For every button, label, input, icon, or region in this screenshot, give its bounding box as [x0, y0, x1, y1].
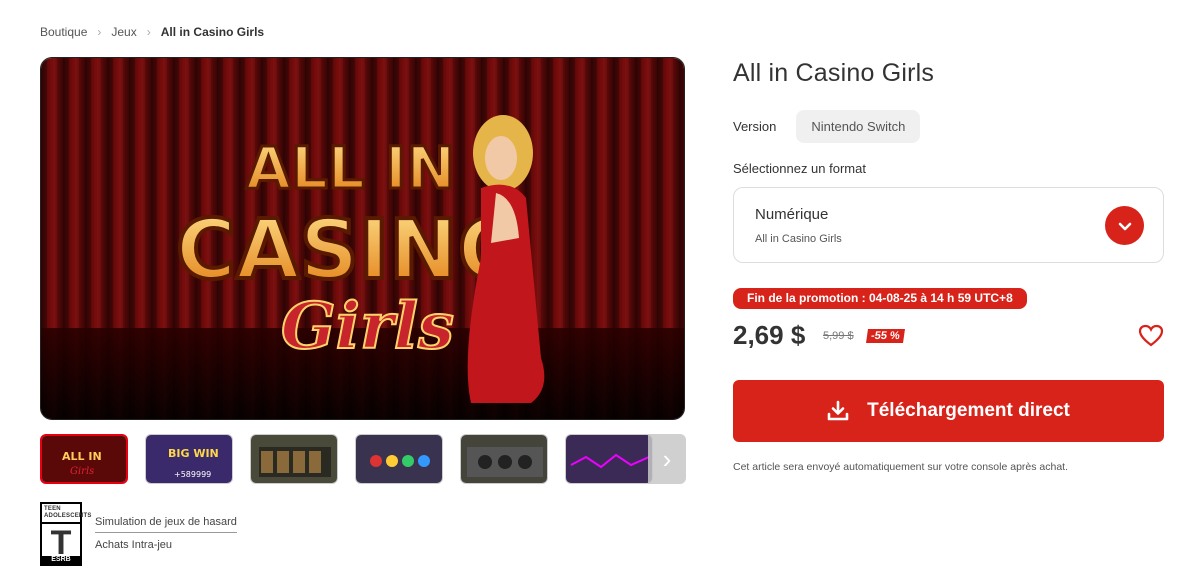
hero-line1: ALL IN [246, 134, 455, 202]
chevron-down-icon [1118, 222, 1131, 230]
heart-icon[interactable] [1138, 324, 1164, 348]
original-price: 5,99 $ [823, 330, 854, 342]
thumbnail-5[interactable] [460, 434, 548, 484]
format-name: Numérique [755, 206, 829, 223]
hero-line3: Girls [281, 289, 454, 364]
version-row: Version Nintendo Switch [733, 110, 921, 143]
version-chip[interactable]: Nintendo Switch [796, 110, 921, 143]
format-selector[interactable]: Numérique All in Casino Girls [733, 187, 1164, 263]
thumbnail-4[interactable] [355, 434, 443, 484]
thumbnail-1[interactable]: ALL IN Girls [40, 434, 128, 484]
hero-image[interactable]: ALL IN CASINO Girls [40, 57, 685, 420]
rating-board: ESRB [42, 556, 80, 564]
breadcrumb: Boutique › Jeux › All in Casino Girls [40, 25, 264, 39]
chevron-right-icon: › [146, 25, 151, 39]
breadcrumb-jeux[interactable]: Jeux [111, 25, 136, 39]
hero-line2: CASINO [176, 203, 528, 298]
thumbnail-2[interactable]: BIG WIN +589999 [145, 434, 233, 484]
thumbnail-6[interactable] [565, 434, 653, 484]
descriptor-1: Simulation de jeux de hasard [95, 516, 237, 533]
thumbnails-next-button[interactable]: › [648, 434, 686, 484]
download-label: Téléchargement direct [867, 400, 1070, 421]
version-label: Version [733, 119, 777, 134]
breadcrumb-current: All in Casino Girls [160, 25, 265, 39]
download-icon [827, 400, 849, 422]
thumbnail-3[interactable] [250, 434, 338, 484]
product-title: All in Casino Girls [733, 59, 935, 87]
rating-board-label: TEEN ADOLESCENTS [42, 504, 91, 524]
svg-text:BIG WIN: BIG WIN [168, 447, 219, 460]
discount-badge: -55 % [866, 329, 905, 343]
breadcrumb-boutique[interactable]: Boutique [40, 25, 87, 39]
chevron-right-icon: › [662, 443, 672, 474]
svg-text:Girls: Girls [70, 466, 94, 477]
format-dropdown-button[interactable] [1105, 206, 1144, 245]
format-subtitle: All in Casino Girls [755, 233, 842, 245]
esrb-rating-badge: TEEN ADOLESCENTS T ESRB [40, 502, 91, 566]
svg-text:+589999: +589999 [174, 470, 211, 479]
promo-badge: Fin de la promotion : 04-08-25 à 14 h 59… [733, 288, 1027, 309]
rating-descriptors: Simulation de jeux de hasard Achats Intr… [95, 516, 237, 551]
svg-text:ALL IN: ALL IN [62, 450, 102, 463]
thumbnail-strip: ALL IN Girls BIG WIN +589999 › [40, 434, 686, 484]
direct-download-button[interactable]: Téléchargement direct [733, 380, 1164, 442]
chevron-right-icon: › [97, 25, 102, 39]
sale-price: 2,69 $ [733, 320, 806, 350]
hero-artwork: ALL IN CASINO Girls [41, 58, 684, 419]
delivery-note: Cet article sera envoyé automatiquement … [733, 461, 1069, 473]
descriptor-2: Achats Intra-jeu [95, 539, 173, 551]
format-label: Sélectionnez un format [733, 161, 866, 176]
